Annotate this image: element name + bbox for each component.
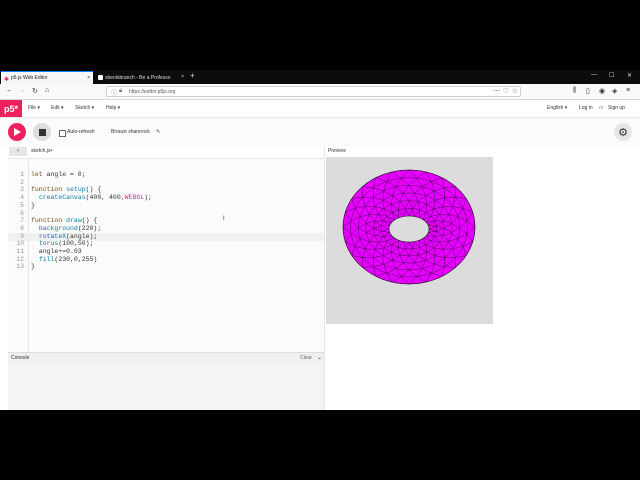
sidebar-icon[interactable]: ▯ <box>586 87 590 95</box>
code-text: } <box>31 263 35 271</box>
p5-favicon-icon: ✱ <box>4 76 10 83</box>
signup-link[interactable]: Sign up <box>608 105 625 111</box>
code-line[interactable]: 13} <box>8 263 324 271</box>
chevron-right-icon: › <box>17 148 19 154</box>
pocket-icon[interactable]: ♡ <box>503 87 509 95</box>
sidebar-toggle-button[interactable]: › <box>9 147 27 156</box>
unsaved-indicator: • <box>50 148 53 154</box>
torus-render <box>342 169 476 285</box>
forward-icon[interactable]: → <box>19 87 26 94</box>
tab-title: p5.js Web Editor <box>11 75 48 81</box>
url-text: https://editor.p5js.org <box>129 89 176 95</box>
extension-icon[interactable]: ◈ <box>612 87 617 95</box>
auto-refresh-label: Auto-refresh <box>67 129 95 135</box>
reload-icon[interactable]: ↻ <box>32 87 38 95</box>
tab-title: sbeolsbranch - Be a Professo <box>105 74 171 81</box>
close-window-icon[interactable]: ✕ <box>627 72 632 79</box>
browser-navbar: ← → ↻ ⌂ ⓘ 🔒︎ https://editor.p5js.org ⋯ ♡… <box>0 84 640 100</box>
library-icon[interactable]: ⫼ <box>573 87 576 95</box>
stop-button[interactable] <box>33 123 51 141</box>
back-icon[interactable]: ← <box>6 87 13 94</box>
tab-youtube[interactable]: sbeolsbranch - Be a Professo × <box>95 71 187 84</box>
home-icon[interactable]: ⌂ <box>45 87 49 94</box>
bookmark-star-icon[interactable]: ☆ <box>512 87 518 95</box>
file-tab[interactable]: sketch.js• <box>31 148 52 154</box>
lock-icon: 🔒︎ <box>119 88 123 94</box>
page-favicon-icon <box>98 75 103 80</box>
line-number: 13 <box>16 263 24 271</box>
browser-tab-bar: ✱ p5.js Web Editor × sbeolsbranch - Be a… <box>0 70 640 84</box>
account-icon[interactable]: ◉ <box>599 87 605 95</box>
console-output <box>8 362 324 410</box>
language-select[interactable]: English ▾ <box>547 105 567 111</box>
play-icon <box>14 128 21 136</box>
menu-help[interactable]: Help ▾ <box>106 105 120 111</box>
panel-divider[interactable] <box>324 147 325 410</box>
p5-logo[interactable]: p5* <box>0 100 22 117</box>
toolbar: Auto-refresh Bronze shamrock ✎ ⚙ <box>0 118 640 147</box>
menu-edit[interactable]: Edit ▾ <box>51 105 64 111</box>
tab-p5-editor[interactable]: ✱ p5.js Web Editor × <box>1 71 93 84</box>
sketch-name[interactable]: Bronze shamrock <box>111 129 150 135</box>
preview-label: Preview <box>328 148 346 154</box>
stop-icon <box>38 128 46 136</box>
filename-label: sketch.js <box>31 148 51 154</box>
minimize-icon[interactable]: — <box>591 72 597 78</box>
preview-canvas[interactable] <box>326 157 493 324</box>
maximize-icon[interactable]: ☐ <box>609 72 614 79</box>
new-tab-icon[interactable]: + <box>190 71 195 80</box>
torus-hole <box>388 215 430 243</box>
settings-gear-button[interactable]: ⚙ <box>614 123 632 141</box>
or-text: or <box>599 105 604 111</box>
menu-icon[interactable]: ≡ <box>626 87 630 94</box>
info-icon[interactable]: ⓘ <box>111 88 117 97</box>
auto-refresh-checkbox[interactable] <box>59 130 66 137</box>
close-tab-icon[interactable]: × <box>87 75 90 81</box>
play-button[interactable] <box>8 123 26 141</box>
address-bar[interactable]: ⓘ 🔒︎ https://editor.p5js.org ⋯ ♡ ☆ <box>106 86 521 97</box>
edit-pencil-icon[interactable]: ✎ <box>156 129 160 135</box>
close-tab-icon[interactable]: × <box>181 74 184 80</box>
console-title: Console <box>11 355 30 361</box>
login-link[interactable]: Log in <box>579 105 593 111</box>
menu-file[interactable]: File ▾ <box>28 105 40 111</box>
chevron-down-icon[interactable]: ⌄ <box>317 354 322 361</box>
text-cursor-icon: I <box>223 216 225 222</box>
console-clear-button[interactable]: Clear <box>300 355 312 361</box>
browser-window: ✱ p5.js Web Editor × sbeolsbranch - Be a… <box>0 70 640 410</box>
menu-sketch[interactable]: Sketch ▾ <box>75 105 94 111</box>
code-editor[interactable]: 1 let angle = 0; 2 3 function setup() {4 cre… <box>8 158 324 353</box>
page-actions-icon[interactable]: ⋯ <box>493 87 500 95</box>
gear-icon: ⚙ <box>618 126 628 139</box>
p5-header: p5* File ▾ Edit ▾ Sketch ▾ Help ▾ Englis… <box>0 100 640 118</box>
